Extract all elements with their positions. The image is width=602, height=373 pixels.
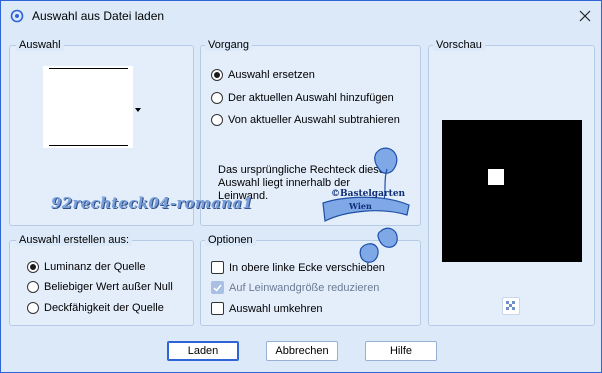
group-options-label: Optionen xyxy=(205,234,256,246)
radio-replace-selection[interactable]: Auswahl ersetzen xyxy=(211,69,315,81)
checkbox-invert-selection-label: Auswahl umkehren xyxy=(229,302,323,315)
group-preview-label: Vorschau xyxy=(433,39,485,51)
watermark-stamp-line1: ©Bastelgarten xyxy=(331,189,406,199)
watermark-stamp: ©Bastelgarten Wien xyxy=(321,141,411,271)
group-create-from-label: Auswahl erstellen aus: xyxy=(16,234,133,246)
group-preview: Vorschau xyxy=(428,39,595,326)
watermark-stamp-line2: Wien xyxy=(349,201,372,211)
close-button[interactable] xyxy=(571,5,599,29)
load-button[interactable]: Laden xyxy=(167,341,239,361)
checkbox-invert-selection[interactable]: Auswahl umkehren xyxy=(211,302,323,315)
radio-source-luminance[interactable]: Luminanz der Quelle xyxy=(27,261,146,273)
checkbox-reduce-to-canvas[interactable]: Auf Leinwandgröße reduzieren xyxy=(211,281,379,294)
watermark-text: 92rechteck04-romana1 xyxy=(51,194,254,212)
radio-subtract-from-selection-label: Von aktueller Auswahl subtrahieren xyxy=(228,114,400,126)
window-title: Auswahl aus Datei laden xyxy=(32,9,165,23)
group-process-label: Vorgang xyxy=(205,39,252,51)
title-bar: Auswahl aus Datei laden xyxy=(1,1,601,33)
dialog-window: Auswahl aus Datei laden Auswahl Vorgang … xyxy=(0,0,602,373)
cancel-button[interactable]: Abbrechen xyxy=(266,341,338,361)
selection-thumbnail[interactable] xyxy=(43,66,133,148)
app-icon xyxy=(10,9,24,23)
radio-source-luminance-label: Luminanz der Quelle xyxy=(44,261,146,273)
chevron-down-icon[interactable] xyxy=(135,103,141,115)
radio-source-opacity[interactable]: Deckfähigkeit der Quelle xyxy=(27,302,164,314)
checkerboard-icon[interactable] xyxy=(502,297,520,315)
group-create-from: Auswahl erstellen aus: Luminanz der Quel… xyxy=(9,234,194,326)
radio-source-opacity-label: Deckfähigkeit der Quelle xyxy=(44,302,164,314)
radio-add-to-selection[interactable]: Der aktuellen Auswahl hinzufügen xyxy=(211,92,394,104)
radio-add-to-selection-label: Der aktuellen Auswahl hinzufügen xyxy=(228,92,394,104)
preview-canvas xyxy=(442,120,582,262)
group-selection-label: Auswahl xyxy=(16,39,64,51)
preview-selection-rect xyxy=(488,169,504,185)
close-icon xyxy=(579,10,591,25)
checkbox-reduce-to-canvas-label: Auf Leinwandgröße reduzieren xyxy=(229,281,380,294)
radio-replace-selection-label: Auswahl ersetzen xyxy=(228,69,315,81)
help-button[interactable]: Hilfe xyxy=(365,341,437,361)
radio-subtract-from-selection[interactable]: Von aktueller Auswahl subtrahieren xyxy=(211,114,400,126)
radio-any-nonzero-label: Beliebiger Wert außer Null xyxy=(44,281,173,293)
radio-any-nonzero[interactable]: Beliebiger Wert außer Null xyxy=(27,281,173,293)
